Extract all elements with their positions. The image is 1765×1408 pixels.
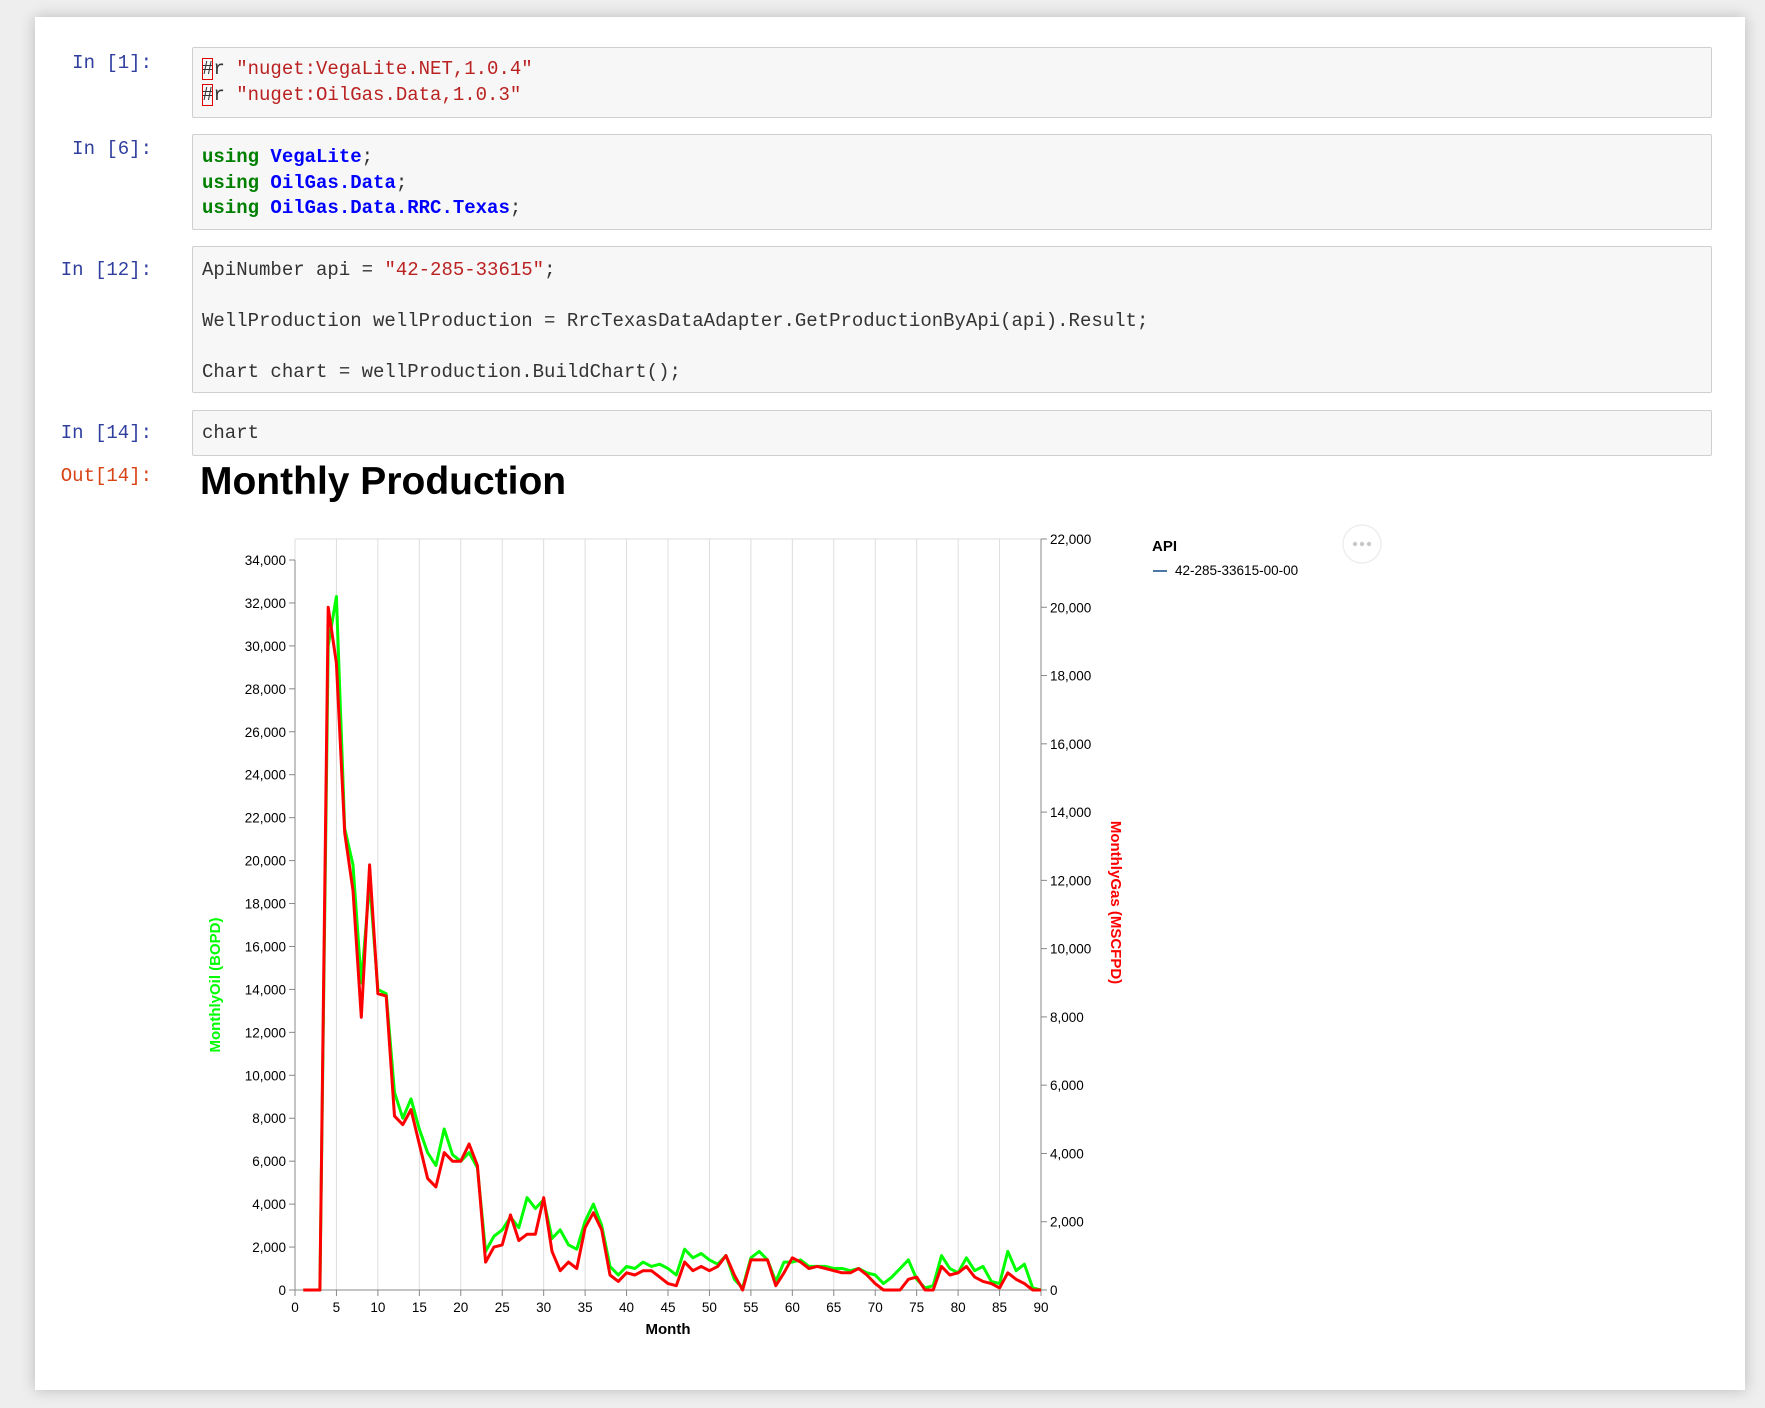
y-left-tick-label: 26,000	[245, 725, 286, 740]
y-right-tick-label: 14,000	[1050, 805, 1091, 820]
oil-line	[303, 595, 1042, 1292]
y-left-tick-label: 22,000	[245, 811, 286, 826]
x-tick-label: 5	[333, 1300, 341, 1315]
y-right-tick-label: 10,000	[1050, 942, 1091, 957]
more-horizontal-icon	[1352, 541, 1372, 547]
legend-entry-label: 42-285-33615-00-00	[1175, 563, 1298, 578]
y-right-tick-label: 2,000	[1050, 1215, 1084, 1230]
x-tick-label: 70	[868, 1300, 883, 1315]
y-right-tick-label: 6,000	[1050, 1078, 1084, 1093]
legend: API 42-285-33615-00-00	[1152, 538, 1298, 578]
y-left-tick-label: 34,000	[245, 553, 286, 568]
x-tick-label: 30	[536, 1300, 551, 1315]
y-left-tick-label: 10,000	[245, 1068, 286, 1083]
production-chart: 0 5 10 15 20 25 30 35 40 45 50 55 60 65 70 75 80 85 90 Mont…	[207, 524, 1382, 1338]
x-tick-label: 85	[992, 1300, 1007, 1315]
x-tick-label: 50	[702, 1300, 717, 1315]
y-right-tick-label: 4,000	[1050, 1146, 1084, 1161]
x-tick-label: 0	[291, 1300, 299, 1315]
x-tick-label: 35	[578, 1300, 593, 1315]
y-right-tick-label: 12,000	[1050, 873, 1091, 888]
y-left-axis-title: MonthlyOil (BOPD)	[207, 918, 224, 1053]
y-left-tick-label: 18,000	[245, 897, 286, 912]
x-tick-label: 15	[412, 1300, 427, 1315]
x-tick-label: 90	[1033, 1300, 1048, 1315]
x-axis-title: Month	[646, 1321, 691, 1338]
x-tick-label: 65	[826, 1300, 841, 1315]
x-tick-label: 55	[743, 1300, 758, 1315]
legend-title: API	[1152, 538, 1177, 555]
y-right-tick-label: 16,000	[1050, 737, 1091, 752]
x-tick-label: 60	[785, 1300, 800, 1315]
y-right-tick-label: 22,000	[1050, 532, 1091, 547]
actions-button[interactable]	[1342, 524, 1382, 564]
y-left-tick-label: 8,000	[252, 1111, 286, 1126]
y-left-tick-label: 20,000	[245, 854, 286, 869]
x-tick-label: 20	[453, 1300, 468, 1315]
y-left-tick-label: 4,000	[252, 1197, 286, 1212]
y-left-tick-label: 0	[278, 1283, 286, 1298]
x-tick-label: 75	[909, 1300, 924, 1315]
y-left-tick-label: 24,000	[245, 768, 286, 783]
x-tick-label: 40	[619, 1300, 634, 1315]
x-tick-label: 25	[495, 1300, 510, 1315]
y-right-tick-label: 0	[1050, 1283, 1058, 1298]
y-left-tick-label: 12,000	[245, 1025, 286, 1040]
y-right-axis-title: MonthlyGas (MSCFPD)	[1107, 821, 1124, 984]
y-left-tick-label: 14,000	[245, 982, 286, 997]
series-lines	[303, 595, 1042, 1292]
axes: 0 5 10 15 20 25 30 35 40 45 50 55 60 65 70 75 80 85 90 Mont…	[207, 532, 1124, 1338]
y-left-tick-label: 16,000	[245, 939, 286, 954]
grid	[294, 538, 1042, 1290]
y-right-tick-label: 18,000	[1050, 669, 1091, 684]
y-left-tick-label: 30,000	[245, 639, 286, 654]
y-left-tick-label: 2,000	[252, 1240, 286, 1255]
x-tick-label: 80	[951, 1300, 966, 1315]
x-tick-label: 10	[370, 1300, 385, 1315]
y-left-tick-label: 32,000	[245, 596, 286, 611]
y-left-tick-label: 28,000	[245, 682, 286, 697]
y-left-tick-label: 6,000	[252, 1154, 286, 1169]
gas-line	[303, 605, 1041, 1292]
x-tick-label: 45	[660, 1300, 675, 1315]
y-right-tick-label: 8,000	[1050, 1010, 1084, 1025]
y-right-tick-label: 20,000	[1050, 600, 1091, 615]
